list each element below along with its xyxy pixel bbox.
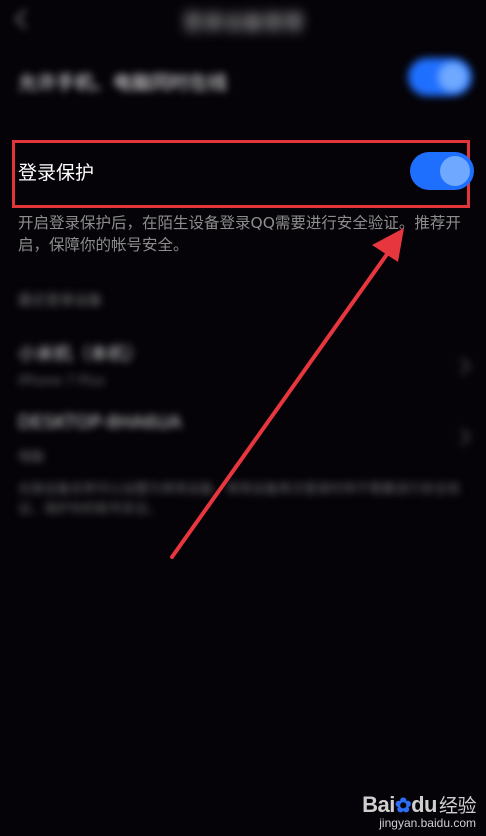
paw-icon: ✿ <box>394 795 412 817</box>
watermark-logo-part: du <box>411 792 437 817</box>
watermark-url: jingyan.baidu.com <box>379 816 476 830</box>
watermark-logo-cn: 经验 <box>438 796 477 817</box>
baidu-jingyan-watermark: Bai✿du 经验 jingyan.baidu.com <box>362 791 476 830</box>
annotation-arrow <box>170 228 404 559</box>
watermark-logo: Bai✿du 经验 <box>362 791 476 818</box>
arrow-shaft <box>170 248 392 559</box>
watermark-logo-part: Bai <box>362 792 395 817</box>
arrow-head <box>372 228 404 262</box>
